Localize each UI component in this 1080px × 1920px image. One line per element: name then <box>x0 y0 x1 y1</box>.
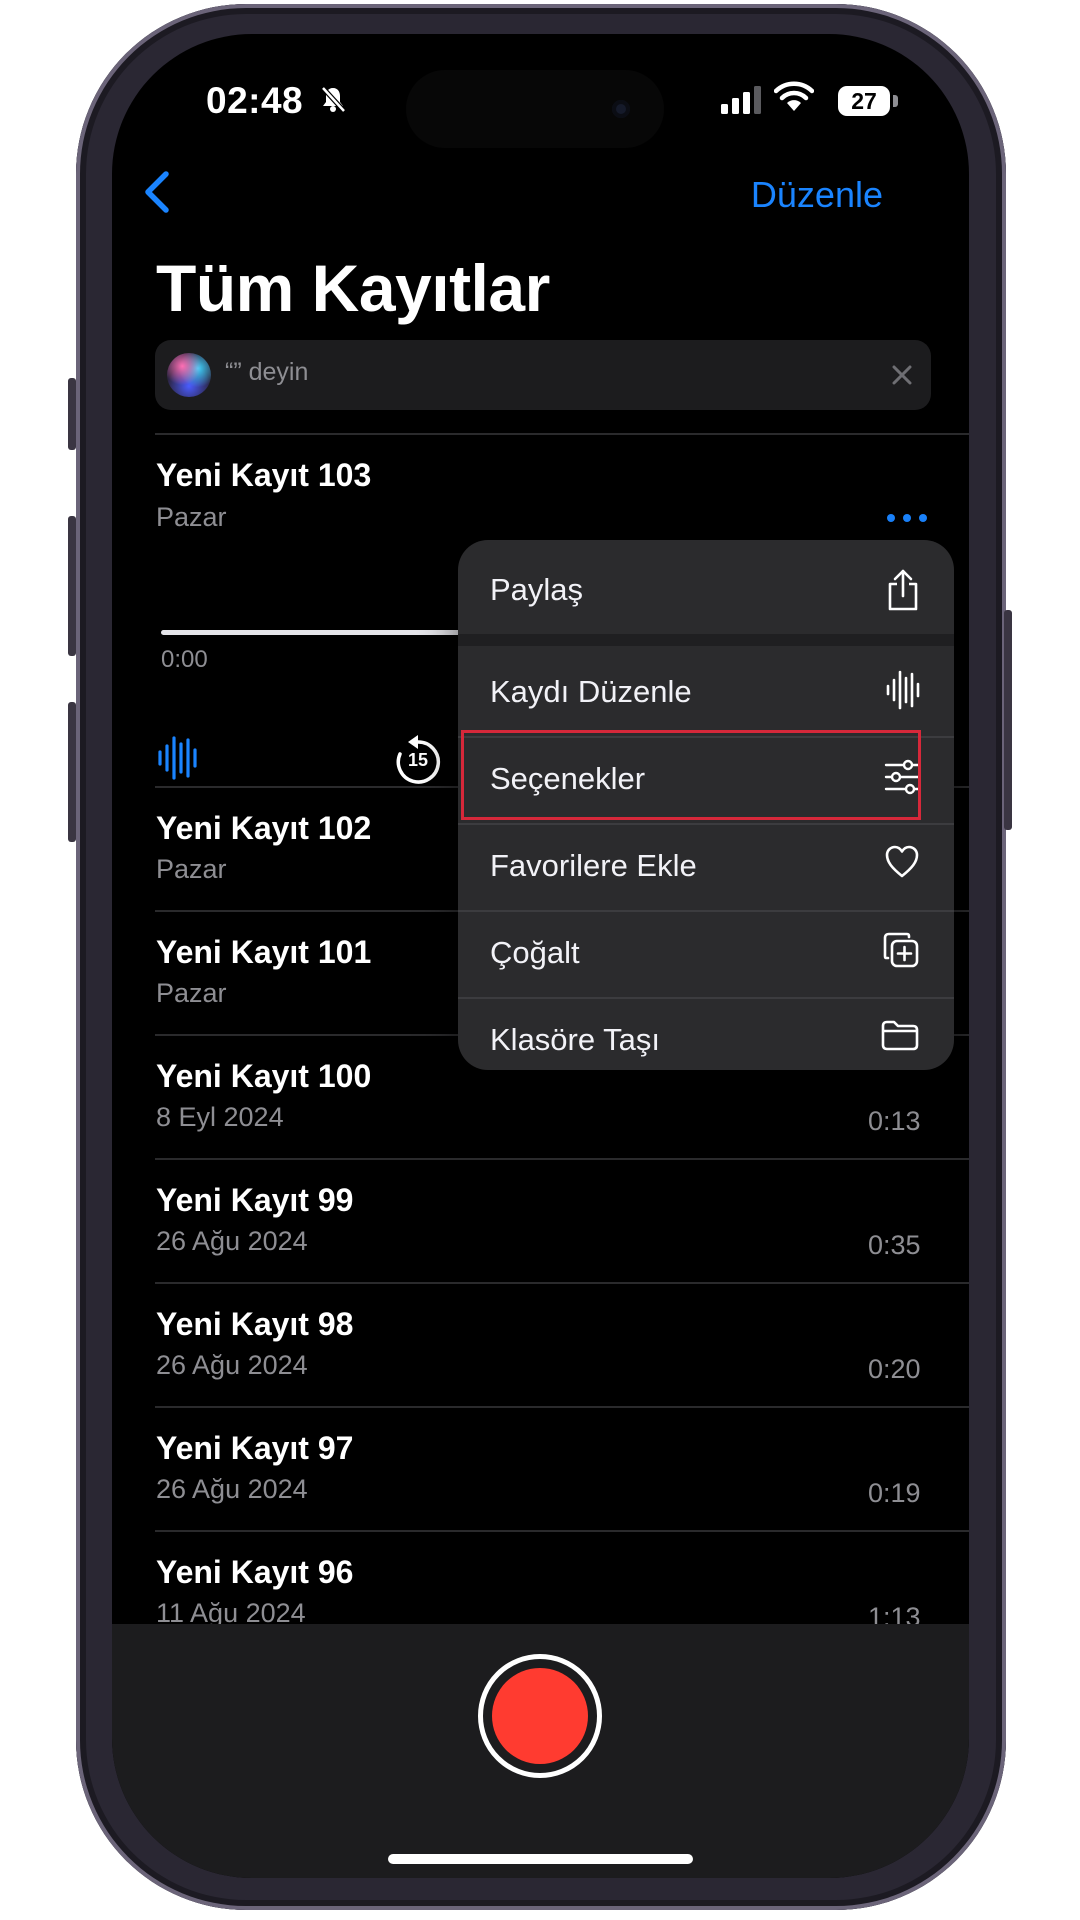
list-item-title[interactable]: Yeni Kayıt 99 <box>156 1182 353 1219</box>
home-indicator[interactable] <box>388 1854 693 1864</box>
list-item-title[interactable]: Yeni Kayıt 101 <box>156 934 371 971</box>
menu-item-label: Kaydı Düzenle <box>490 674 692 709</box>
menu-section-gap <box>458 634 954 646</box>
context-menu: Paylaş Kaydı Düzenle Seçenekler Favorile… <box>458 540 954 1070</box>
list-item-title[interactable]: Yeni Kayıt 102 <box>156 810 371 847</box>
bell-slash-icon <box>321 86 346 113</box>
share-icon <box>888 569 918 611</box>
menu-item-label: Klasöre Taşı <box>490 1022 661 1057</box>
menu-item-label: Seçenekler <box>490 761 646 796</box>
menu-item-label: Çoğalt <box>490 935 580 970</box>
power-button <box>1004 610 1012 830</box>
list-item-duration: 0:19 <box>868 1478 921 1508</box>
screen: 02:48 27 Düzenle Tüm Kayıtlar “” deyin Y… <box>112 34 969 1878</box>
camera-icon <box>612 100 630 118</box>
list-item-date: 26 Ağu 2024 <box>156 1474 308 1504</box>
battery-nub <box>893 95 898 107</box>
playback-scrubber[interactable] <box>161 630 471 635</box>
divider <box>155 1282 969 1284</box>
heart-icon <box>885 845 919 878</box>
list-item-date: Pazar <box>156 978 227 1008</box>
list-item-date: 26 Ağu 2024 <box>156 1350 308 1380</box>
list-item-duration: 0:35 <box>868 1230 921 1260</box>
action-button <box>68 378 76 450</box>
more-options-icon[interactable] <box>885 512 929 524</box>
duplicate-icon <box>883 932 919 968</box>
page-title: Tüm Kayıtlar <box>156 251 550 325</box>
skip-back-15-button[interactable]: 15 <box>394 734 442 786</box>
clear-icon[interactable] <box>887 360 917 390</box>
back-chevron-icon[interactable] <box>138 164 178 220</box>
list-item-duration: 0:13 <box>868 1106 921 1136</box>
divider <box>155 1158 969 1160</box>
sliders-icon <box>884 759 920 795</box>
list-item-date: Pazar <box>156 854 227 884</box>
cellular-signal-icon <box>721 86 761 114</box>
menu-item-label: Favorilere Ekle <box>490 848 697 883</box>
record-button[interactable] <box>478 1654 602 1778</box>
folder-icon <box>881 1020 919 1051</box>
waveform-icon <box>886 670 920 710</box>
search-field[interactable]: “” deyin <box>155 340 931 410</box>
expanded-recording-title[interactable]: Yeni Kayıt 103 <box>156 457 371 494</box>
siri-icon <box>167 353 211 397</box>
current-time: 0:00 <box>161 646 208 673</box>
divider <box>155 433 969 435</box>
menu-item-move-to-folder[interactable]: Klasöre Taşı <box>458 998 954 1070</box>
list-item-title[interactable]: Yeni Kayıt 98 <box>156 1306 353 1343</box>
expanded-recording-date: Pazar <box>156 502 227 532</box>
menu-item-label: Paylaş <box>490 572 584 607</box>
volume-down-button <box>68 702 76 842</box>
menu-item-share[interactable]: Paylaş <box>458 548 954 634</box>
list-item-title[interactable]: Yeni Kayıt 100 <box>156 1058 371 1095</box>
record-dot <box>492 1668 588 1764</box>
menu-item-edit-recording[interactable]: Kaydı Düzenle <box>458 650 954 736</box>
edit-button[interactable]: Düzenle <box>751 174 883 216</box>
wifi-icon <box>774 81 814 111</box>
divider <box>155 1406 969 1408</box>
waveform-icon[interactable] <box>157 734 201 782</box>
skip-seconds-label: 15 <box>407 750 429 770</box>
list-item-date: 8 Eyl 2024 <box>156 1102 284 1132</box>
list-item-duration: 0:20 <box>868 1354 921 1384</box>
divider <box>155 1530 969 1532</box>
list-item-title[interactable]: Yeni Kayıt 96 <box>156 1554 353 1591</box>
list-item-title[interactable]: Yeni Kayıt 97 <box>156 1430 353 1467</box>
status-time: 02:48 <box>206 80 304 121</box>
list-item-date: 26 Ağu 2024 <box>156 1226 308 1256</box>
volume-up-button <box>68 516 76 656</box>
battery-indicator: 27 <box>838 86 890 116</box>
menu-item-options[interactable]: Seçenekler <box>458 737 954 823</box>
dynamic-island <box>406 70 664 148</box>
menu-item-duplicate[interactable]: Çoğalt <box>458 911 954 997</box>
menu-item-add-favorites[interactable]: Favorilere Ekle <box>458 824 954 910</box>
search-text: “” deyin <box>225 358 309 386</box>
